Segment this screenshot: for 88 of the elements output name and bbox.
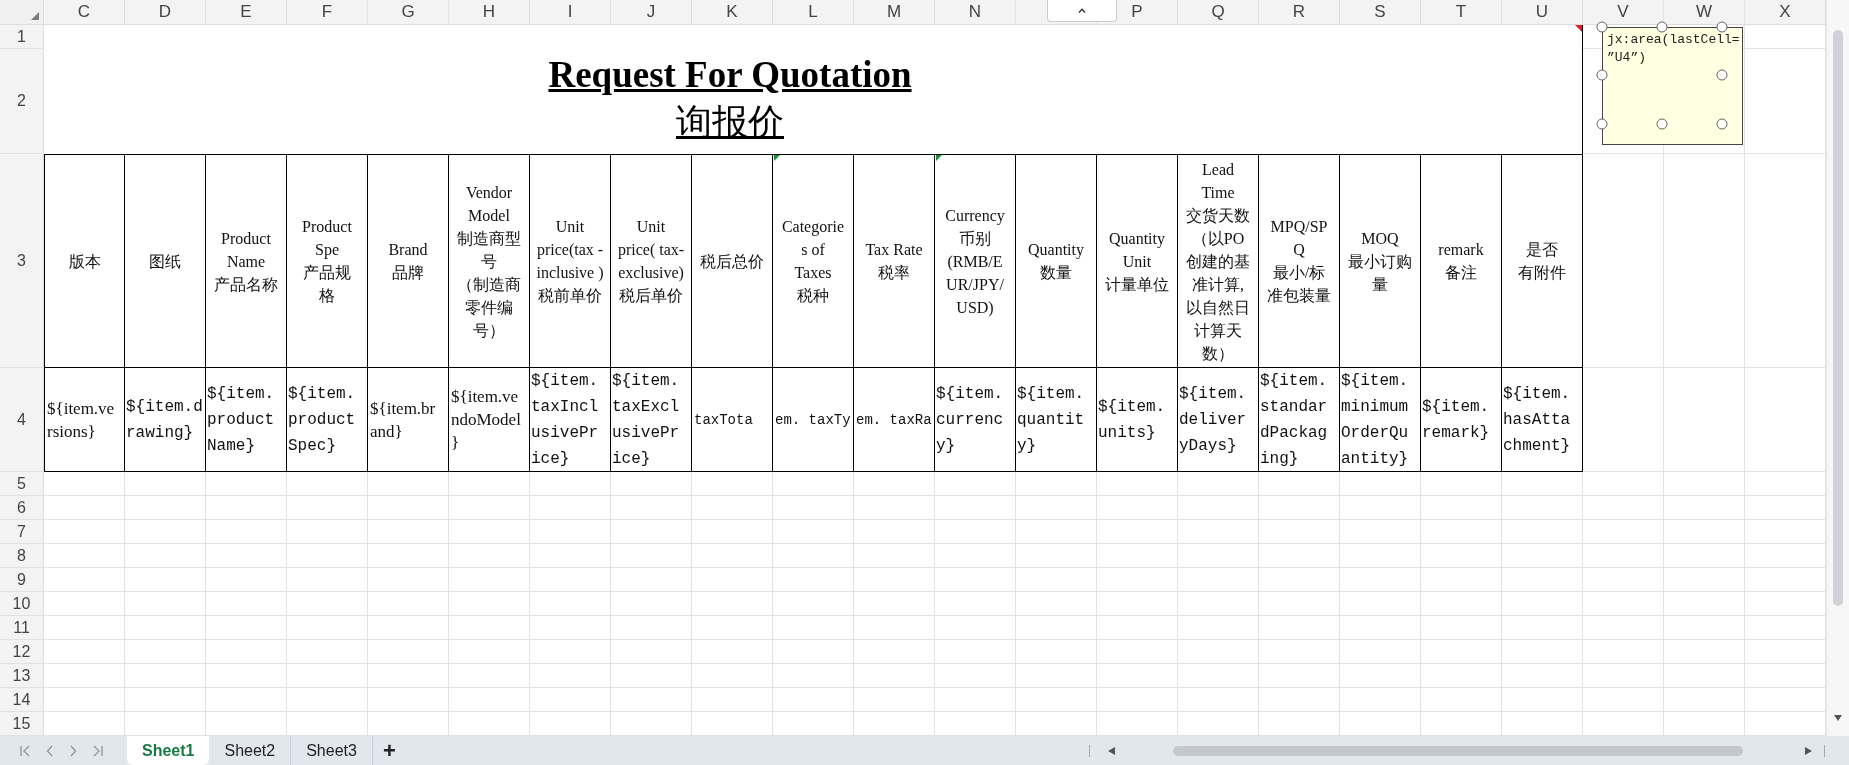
sheet-tab[interactable]: Sheet2 bbox=[209, 736, 292, 765]
row-header[interactable]: 5 bbox=[17, 474, 26, 493]
scroll-right-icon[interactable] bbox=[1805, 746, 1812, 755]
column-header[interactable]: L bbox=[808, 2, 818, 22]
header-cell: MOQ 最小订购 量 bbox=[1340, 154, 1421, 368]
title-text: 询报价 bbox=[676, 100, 784, 144]
table-cell: ${item. hasAtta chment} bbox=[1502, 368, 1583, 472]
column-header[interactable]: E bbox=[240, 2, 252, 22]
column-header[interactable]: W bbox=[1695, 2, 1712, 22]
row-header[interactable]: 9 bbox=[17, 570, 26, 589]
table-cell: em. taxTy bbox=[773, 368, 854, 472]
column-header[interactable]: H bbox=[482, 2, 496, 22]
table-cell: ${item. product Spec} bbox=[287, 368, 368, 472]
row-header[interactable]: 1 bbox=[17, 27, 26, 46]
first-sheet-icon[interactable] bbox=[19, 744, 31, 757]
row-header[interactable]: 2 bbox=[17, 92, 26, 110]
column-header[interactable]: T bbox=[1455, 2, 1467, 22]
column-header[interactable]: U bbox=[1535, 2, 1549, 22]
row-header[interactable]: 8 bbox=[17, 546, 26, 565]
row-header[interactable]: 6 bbox=[17, 498, 26, 517]
column-header[interactable]: S bbox=[1374, 2, 1386, 22]
header-cell: Lead Time 交货天数 （以PO 创建的基 准计算, 以自然日 计算天 数） bbox=[1178, 154, 1259, 368]
header-cell: Quantity 数量 bbox=[1016, 154, 1097, 368]
column-header[interactable]: J bbox=[646, 2, 656, 22]
header-cell: 是否 有附件 bbox=[1502, 154, 1583, 368]
table-cell: ${item.d rawing} bbox=[125, 368, 206, 472]
header-cell: Categorie s of Taxes 税种 bbox=[773, 154, 854, 368]
table-cell: ${item.br and} bbox=[368, 368, 449, 472]
table-cell: em. taxRa bbox=[854, 368, 935, 472]
column-header[interactable]: M bbox=[886, 2, 902, 22]
table-cell: ${item.ve rsions} bbox=[44, 368, 125, 472]
header-cell: Currency 币别 (RMB/E UR/JPY/ USD) bbox=[935, 154, 1016, 368]
scroll-down-icon[interactable] bbox=[1834, 715, 1842, 721]
header-cell: Unit price(tax - inclusive ) 税前单价 bbox=[530, 154, 611, 368]
header-cell: Vendor Model 制造商型 号 （制造商 零件编 号） bbox=[449, 154, 530, 368]
comment-note[interactable]: jx:area(lastCell= ”U4”) bbox=[1602, 27, 1743, 145]
header-cell: Tax Rate 税率 bbox=[854, 154, 935, 368]
column-header[interactable]: R bbox=[1292, 2, 1306, 22]
sheet-tab[interactable]: Sheet1 bbox=[127, 736, 210, 765]
select-all-icon[interactable] bbox=[31, 12, 39, 20]
add-sheet-button[interactable]: + bbox=[372, 736, 406, 765]
column-header[interactable]: P bbox=[1131, 2, 1143, 22]
column-header[interactable]: C bbox=[77, 2, 91, 22]
header-cell: Brand 品牌 bbox=[368, 154, 449, 368]
table-cell: ${item. deliver yDays} bbox=[1178, 368, 1259, 472]
table-cell: ${item. taxExcl usivePr ice} bbox=[611, 368, 692, 472]
next-sheet-icon[interactable] bbox=[69, 744, 77, 757]
column-header[interactable]: K bbox=[726, 2, 738, 22]
title-text: Request For Quotation bbox=[548, 52, 912, 97]
header-cell: 税后总价 bbox=[692, 154, 773, 368]
header-cell: Product Spe 产品规 格 bbox=[287, 154, 368, 368]
column-header[interactable]: V bbox=[1617, 2, 1629, 22]
previous-sheet-icon[interactable] bbox=[46, 744, 54, 757]
collapse-button[interactable] bbox=[1047, 0, 1117, 22]
table-cell: taxTota bbox=[692, 368, 773, 472]
header-cell: Unit price( tax- exclusive) 税后单价 bbox=[611, 154, 692, 368]
header-cell: MPQ/SP Q 最小/标 准包装量 bbox=[1259, 154, 1340, 368]
scroll-left-icon[interactable] bbox=[1108, 746, 1115, 755]
table-cell: ${item. taxIncl usivePr ice} bbox=[530, 368, 611, 472]
header-cell: 版本 bbox=[44, 154, 125, 368]
table-cell: ${item.ve ndoModel } bbox=[449, 368, 530, 472]
column-header[interactable]: F bbox=[321, 2, 333, 22]
header-cell: Quantity Unit 计量单位 bbox=[1097, 154, 1178, 368]
header-cell: 图纸 bbox=[125, 154, 206, 368]
table-cell: ${item. product Name} bbox=[206, 368, 287, 472]
table-cell: ${item. minimum OrderQu antity} bbox=[1340, 368, 1421, 472]
scrollbar-thumb[interactable] bbox=[1833, 30, 1843, 606]
table-cell: ${item. standar dPackag ing} bbox=[1259, 368, 1340, 472]
column-header[interactable]: G bbox=[401, 2, 415, 22]
vertical-scrollbar[interactable] bbox=[1826, 0, 1849, 736]
column-header[interactable]: X bbox=[1779, 2, 1791, 22]
table-cell: ${item. units} bbox=[1097, 368, 1178, 472]
row-header[interactable]: 3 bbox=[17, 251, 26, 270]
row-header[interactable]: 4 bbox=[17, 410, 26, 429]
column-header[interactable]: I bbox=[567, 2, 573, 22]
table-cell: ${item. quantit y} bbox=[1016, 368, 1097, 472]
sheet-tab[interactable]: Sheet3 bbox=[291, 736, 373, 765]
table-cell: ${item. currenc y} bbox=[935, 368, 1016, 472]
last-sheet-icon[interactable] bbox=[92, 744, 104, 757]
caret-up-icon bbox=[1078, 8, 1086, 13]
table-cell: ${item. remark} bbox=[1421, 368, 1502, 472]
column-header[interactable]: N bbox=[968, 2, 982, 22]
header-cell: Product Name 产品名称 bbox=[206, 154, 287, 368]
scrollbar-thumb[interactable] bbox=[1173, 745, 1743, 756]
column-header[interactable]: Q bbox=[1211, 2, 1225, 22]
header-cell: remark 备注 bbox=[1421, 154, 1502, 368]
row-header[interactable]: 7 bbox=[17, 522, 26, 541]
column-header[interactable]: D bbox=[158, 2, 172, 22]
